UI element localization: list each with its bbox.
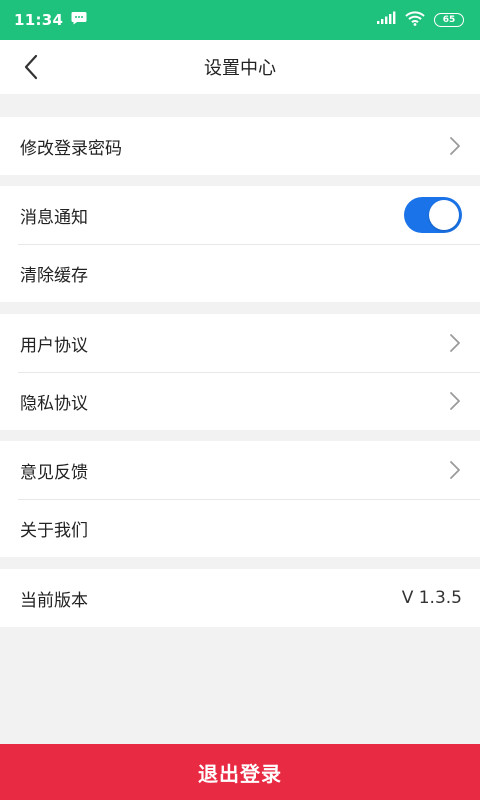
row-about-us[interactable]: 关于我们 — [0, 499, 480, 557]
chevron-right-icon — [448, 390, 462, 412]
status-time: 11:34 — [14, 11, 64, 29]
row-label: 清除缓存 — [20, 265, 88, 286]
toggle-knob — [429, 200, 459, 230]
status-left: 11:34 — [14, 11, 87, 29]
settings-group-agreements: 用户协议 隐私协议 — [0, 314, 480, 430]
chevron-right-icon — [448, 135, 462, 157]
row-label: 当前版本 — [20, 590, 88, 611]
row-label: 修改登录密码 — [20, 138, 122, 159]
row-change-password[interactable]: 修改登录密码 — [0, 117, 480, 175]
row-label: 意见反馈 — [20, 462, 88, 483]
row-label: 隐私协议 — [20, 393, 88, 414]
chevron-right-icon — [448, 332, 462, 354]
battery-icon: 65 — [434, 13, 464, 27]
chevron-left-icon — [24, 54, 38, 80]
message-icon — [71, 11, 87, 29]
row-label: 用户协议 — [20, 335, 88, 356]
row-privacy-agreement[interactable]: 隐私协议 — [0, 372, 480, 430]
notification-toggle[interactable] — [404, 197, 462, 233]
row-feedback[interactable]: 意见反馈 — [0, 441, 480, 499]
row-clear-cache[interactable]: 清除缓存 — [0, 244, 480, 302]
logout-button[interactable]: 退出登录 — [0, 744, 480, 800]
row-label: 消息通知 — [20, 207, 88, 228]
row-notifications: 消息通知 — [0, 186, 480, 244]
row-label: 关于我们 — [20, 520, 88, 541]
settings-group-general: 消息通知 清除缓存 — [0, 186, 480, 302]
settings-group-version: 当前版本 V 1.3.5 — [0, 569, 480, 627]
wifi-icon — [405, 10, 425, 30]
signal-icon — [376, 11, 396, 29]
settings-group-account: 修改登录密码 — [0, 117, 480, 175]
nav-bar: 设置中心 — [0, 40, 480, 94]
row-current-version: 当前版本 V 1.3.5 — [0, 569, 480, 627]
status-bar: 11:34 65 — [0, 0, 480, 40]
settings-group-support: 意见反馈 关于我们 — [0, 441, 480, 557]
row-user-agreement[interactable]: 用户协议 — [0, 314, 480, 372]
version-value: V 1.3.5 — [401, 588, 462, 608]
status-right: 65 — [376, 10, 464, 30]
back-button[interactable] — [14, 50, 48, 84]
chevron-right-icon — [448, 459, 462, 481]
page-title: 设置中心 — [204, 58, 276, 79]
